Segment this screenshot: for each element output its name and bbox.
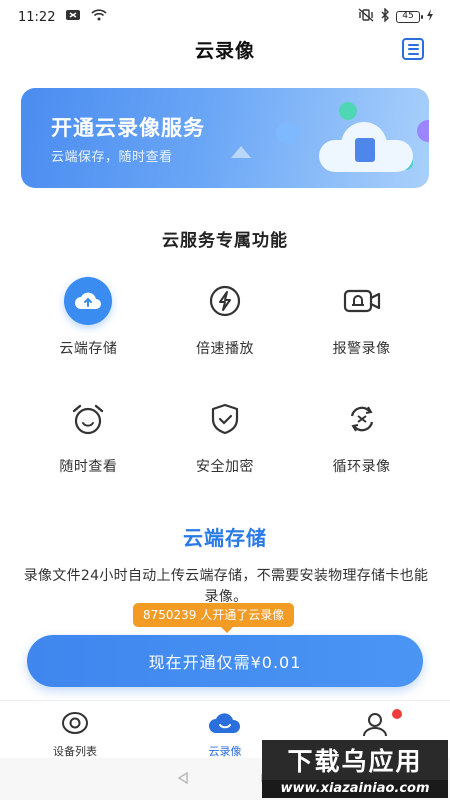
shield-check-icon [200, 394, 250, 444]
cloud-storage-illustration [319, 118, 413, 172]
banner-title: 开通云录像服务 [51, 116, 205, 140]
wifi-icon [91, 9, 108, 25]
feature-cloud-storage[interactable]: 云端存储 [20, 276, 157, 358]
feature-alarm-recording[interactable]: 报警录像 [293, 276, 430, 358]
device-list-icon [61, 711, 89, 739]
tab-device-list[interactable]: 设备列表 [0, 701, 150, 758]
feature-label: 报警录像 [332, 341, 391, 357]
alarm-clock-icon [63, 394, 113, 444]
tab-label: 云录像 [208, 745, 242, 758]
status-time: 11:22 [18, 9, 56, 25]
menu-line [407, 48, 419, 50]
upload-arrow-icon [231, 146, 251, 158]
feature-label: 安全加密 [195, 459, 254, 475]
feature-view-anytime[interactable]: 随时查看 [20, 394, 157, 476]
sd-card-icon [355, 138, 375, 162]
app-header: 云录像 [0, 34, 450, 64]
play-bubble-icon [417, 120, 429, 142]
alarm-camera-icon [337, 276, 387, 326]
lightning-icon [200, 276, 250, 326]
site-watermark: 下载乌应用 www.xiazainiao.com [262, 740, 448, 798]
cloud-upload-icon [64, 277, 113, 325]
banner-subtitle: 云端保存，随时查看 [51, 150, 173, 165]
feature-speed-playback[interactable]: 倍速播放 [157, 276, 294, 358]
vibrate-mute-icon [358, 8, 374, 26]
back-nav-icon[interactable] [176, 770, 190, 789]
subscribe-now-button[interactable]: 现在开通仅需¥0.01 [27, 635, 423, 687]
menu-list-button[interactable] [402, 38, 424, 60]
feature-loop-recording[interactable]: 循环录像 [293, 394, 430, 476]
feature-label: 随时查看 [59, 459, 118, 475]
bluetooth-icon [380, 7, 390, 26]
tab-label: 设备列表 [53, 745, 97, 758]
notification-badge [392, 709, 402, 719]
user-profile-icon [361, 711, 389, 741]
promo-banner[interactable]: 开通云录像服务 云端保存，随时查看 [21, 88, 429, 188]
loop-icon [337, 394, 387, 444]
feature-label: 循环录像 [332, 459, 391, 475]
cloud-recording-icon [208, 711, 242, 739]
detail-title: 云端存储 [183, 526, 267, 550]
charging-icon [426, 9, 434, 25]
feature-grid: 云端存储 倍速播放 报警录像 随时查看 安全加密 循环录像 [20, 276, 430, 476]
watermark-url: www.xiazainiao.com [262, 780, 448, 798]
watermark-brand: 下载乌应用 [287, 747, 423, 776]
page-title: 云录像 [194, 39, 255, 62]
subscriber-count-tooltip: 8750239 人开通了云录像 [133, 603, 295, 633]
wifi-bubble-icon [276, 122, 298, 144]
feature-security-encryption[interactable]: 安全加密 [157, 394, 294, 476]
menu-line [407, 52, 419, 55]
watermark-brand-box: 下载乌应用 [262, 740, 448, 780]
menu-line [407, 43, 419, 46]
feature-label: 云端存储 [59, 341, 118, 357]
detail-description: 录像文件24小时自动上传云端存储，不需要安装物理存储卡也能录像。 [23, 568, 429, 605]
feature-label: 倍速播放 [195, 341, 254, 357]
section-title: 云服务专属功能 [162, 231, 288, 251]
notification-icon [65, 9, 81, 25]
status-bar: 11:22 45 [0, 0, 450, 34]
battery-indicator: 45 [396, 11, 423, 23]
